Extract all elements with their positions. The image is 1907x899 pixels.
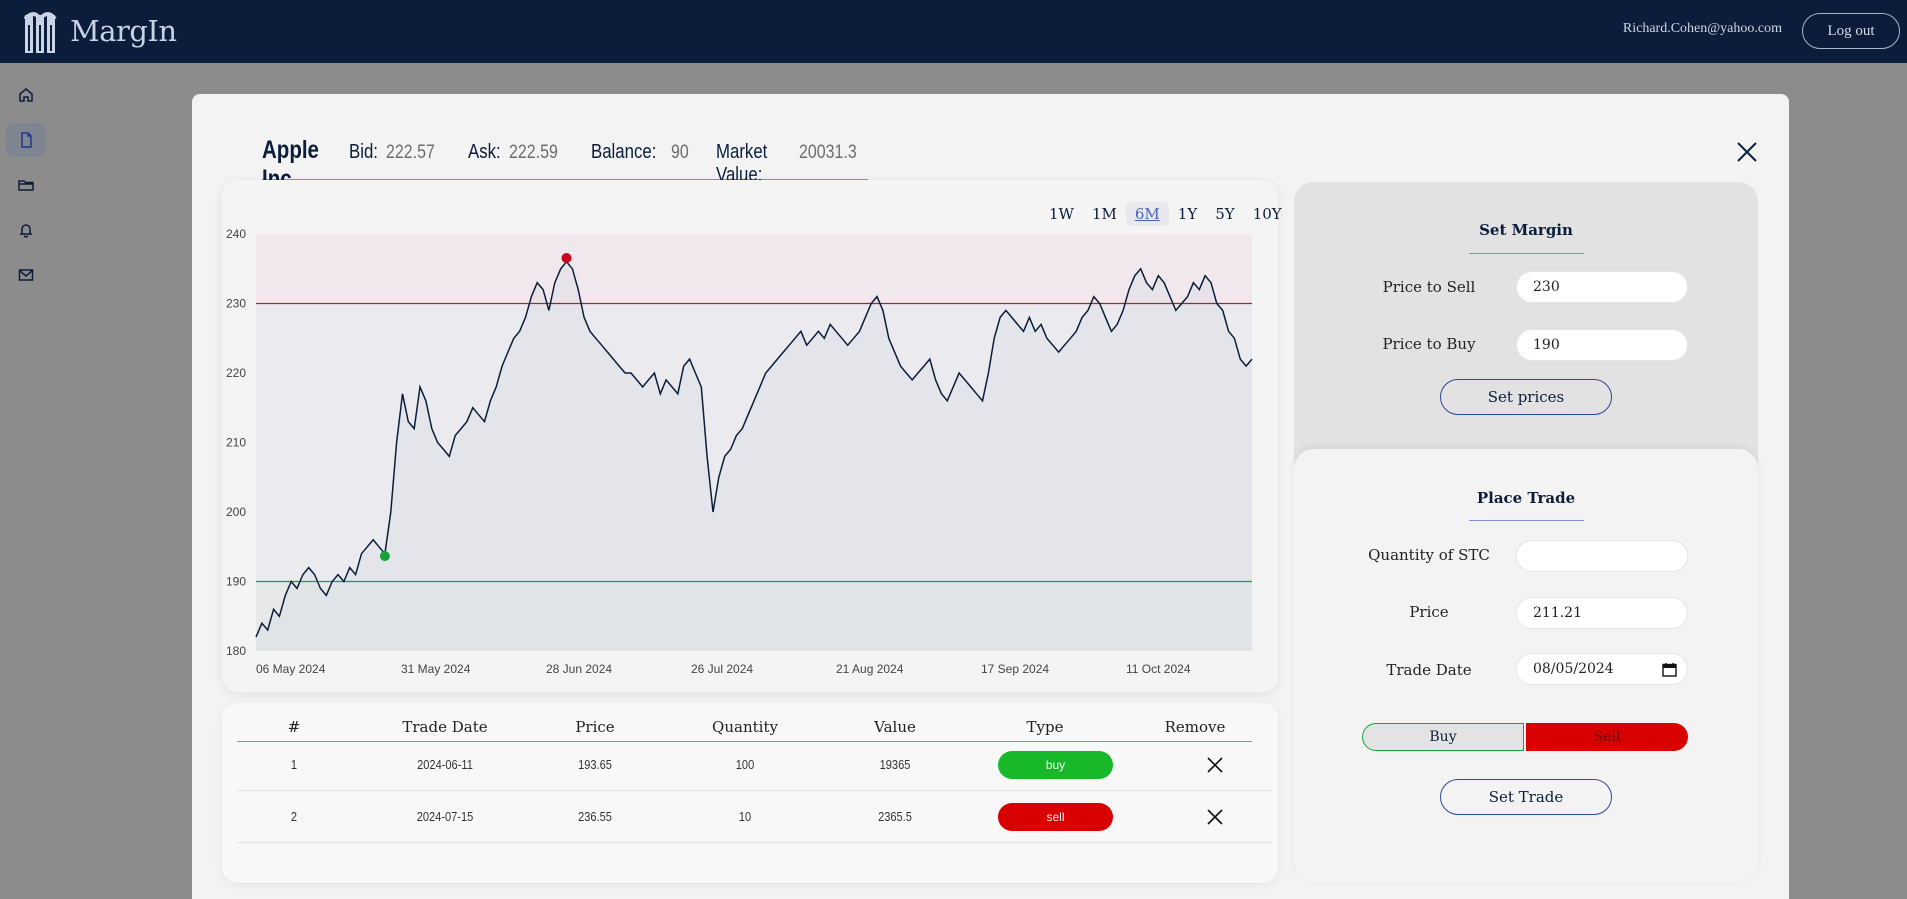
buy-marker bbox=[379, 551, 390, 562]
cell-value: 2365.5 bbox=[878, 809, 912, 824]
col-header-trade-date: Trade Date bbox=[402, 718, 488, 736]
cell-num: 2 bbox=[290, 809, 298, 824]
market-value: 20031.3 bbox=[799, 142, 858, 163]
x-tick-label: 06 May 2024 bbox=[256, 662, 326, 676]
ask-value: 222.59 bbox=[508, 142, 558, 163]
close-icon bbox=[1207, 757, 1223, 773]
calendar-icon[interactable] bbox=[1662, 662, 1677, 677]
mail-icon bbox=[18, 269, 33, 281]
col-header-quantity: Quantity bbox=[712, 718, 778, 736]
set-prices-button[interactable]: Set prices bbox=[1440, 379, 1612, 415]
app-name: MargIn bbox=[70, 14, 177, 48]
home-icon bbox=[18, 88, 33, 102]
logo-icon bbox=[23, 9, 64, 53]
sell-zone bbox=[256, 234, 1252, 304]
stock-header: Apple Inc Bid: 222.57 Ask: 222.59 Balanc… bbox=[262, 136, 868, 193]
type-badge-buy: buy bbox=[998, 751, 1113, 779]
y-tick-label: 190 bbox=[226, 575, 246, 589]
price-to-sell-input[interactable]: 230 bbox=[1516, 271, 1688, 303]
close-icon bbox=[1207, 809, 1223, 825]
trade-date-value: 08/05/2024 bbox=[1533, 661, 1614, 677]
col-header-price: Price bbox=[575, 718, 615, 736]
cell-quantity: 100 bbox=[735, 757, 755, 772]
sidebar-item-home[interactable] bbox=[6, 78, 45, 112]
set-margin-underline bbox=[1469, 253, 1584, 254]
x-tick-label: 11 Oct 2024 bbox=[1126, 662, 1191, 676]
price-to-buy-input[interactable]: 190 bbox=[1516, 329, 1688, 361]
close-icon bbox=[1737, 142, 1757, 162]
bid-label: Bid: bbox=[349, 141, 379, 163]
cell-date: 2024-06-11 bbox=[417, 757, 473, 772]
y-tick-label: 180 bbox=[226, 644, 246, 658]
cell-date: 2024-07-15 bbox=[416, 809, 474, 824]
sidebar bbox=[0, 63, 51, 899]
y-tick-label: 240 bbox=[226, 227, 246, 241]
cell-price: 236.55 bbox=[578, 809, 612, 824]
quantity-input[interactable] bbox=[1516, 540, 1688, 572]
remove-button[interactable] bbox=[1206, 756, 1224, 774]
type-badge-sell: sell bbox=[998, 803, 1113, 831]
logout-button[interactable]: Log out bbox=[1802, 13, 1900, 49]
x-tick-label: 17 Sep 2024 bbox=[981, 662, 1049, 676]
trade-date-input[interactable]: 08/05/2024 bbox=[1516, 653, 1688, 685]
set-trade-button[interactable]: Set Trade bbox=[1440, 779, 1612, 815]
sidebar-item-folders[interactable] bbox=[6, 168, 45, 202]
header-divider bbox=[237, 741, 1252, 742]
cell-quantity: 10 bbox=[738, 809, 752, 824]
cell-num: 1 bbox=[290, 757, 298, 772]
col-header-num: # bbox=[287, 718, 301, 736]
set-margin-title: Set Margin bbox=[1479, 221, 1573, 239]
col-header-type: Type bbox=[1026, 718, 1064, 736]
x-tick-label: 26 Jul 2024 bbox=[691, 662, 753, 676]
col-header-remove: Remove bbox=[1164, 718, 1226, 736]
x-tick-label: 31 May 2024 bbox=[401, 662, 471, 676]
sidebar-item-messages[interactable] bbox=[6, 258, 45, 292]
price-to-sell-label: Price to Sell bbox=[1382, 278, 1476, 296]
close-button[interactable] bbox=[1733, 138, 1761, 166]
logo[interactable]: MargIn bbox=[23, 9, 177, 53]
sell-toggle[interactable]: Sell bbox=[1526, 723, 1688, 751]
buy-toggle[interactable]: Buy bbox=[1362, 723, 1524, 751]
row-divider bbox=[237, 790, 1272, 791]
y-tick-label: 230 bbox=[226, 297, 246, 311]
remove-button[interactable] bbox=[1206, 808, 1224, 826]
bid-value: 222.57 bbox=[385, 142, 435, 163]
quantity-label: Quantity of STC bbox=[1368, 546, 1490, 564]
x-tick-label: 28 Jun 2024 bbox=[546, 662, 612, 676]
cell-value: 19365 bbox=[879, 757, 911, 772]
place-trade-underline bbox=[1469, 520, 1584, 521]
ask-label: Ask: bbox=[467, 141, 501, 163]
sidebar-item-notifications[interactable] bbox=[6, 213, 45, 247]
price-to-buy-label: Price to Buy bbox=[1382, 335, 1476, 353]
trade-date-label: Trade Date bbox=[1386, 661, 1472, 679]
row-divider bbox=[237, 842, 1272, 843]
balance-label: Balance: bbox=[590, 141, 657, 163]
col-header-value: Value bbox=[874, 718, 916, 736]
place-trade-title: Place Trade bbox=[1476, 489, 1576, 507]
document-icon bbox=[20, 132, 32, 148]
sidebar-item-documents[interactable] bbox=[6, 123, 45, 157]
sell-marker bbox=[561, 252, 572, 263]
x-tick-label: 21 Aug 2024 bbox=[836, 662, 904, 676]
price-chart[interactable]: 180 190 200 210 220 230 240 06 May 2024 31 May 2… bbox=[210, 220, 1260, 680]
balance-value: 90 bbox=[670, 142, 689, 163]
user-email: Richard.Cohen@yahoo.com bbox=[1622, 21, 1782, 36]
price-label: Price bbox=[1409, 603, 1449, 621]
bell-icon bbox=[18, 224, 33, 238]
y-tick-label: 200 bbox=[226, 505, 246, 519]
folder-icon bbox=[17, 180, 34, 191]
cell-price: 193.65 bbox=[578, 757, 612, 772]
price-input[interactable]: 211.21 bbox=[1516, 597, 1688, 629]
y-tick-label: 220 bbox=[226, 366, 246, 380]
top-bar: MargIn Richard.Cohen@yahoo.com Log out bbox=[0, 0, 1907, 63]
y-tick-label: 210 bbox=[226, 436, 246, 450]
